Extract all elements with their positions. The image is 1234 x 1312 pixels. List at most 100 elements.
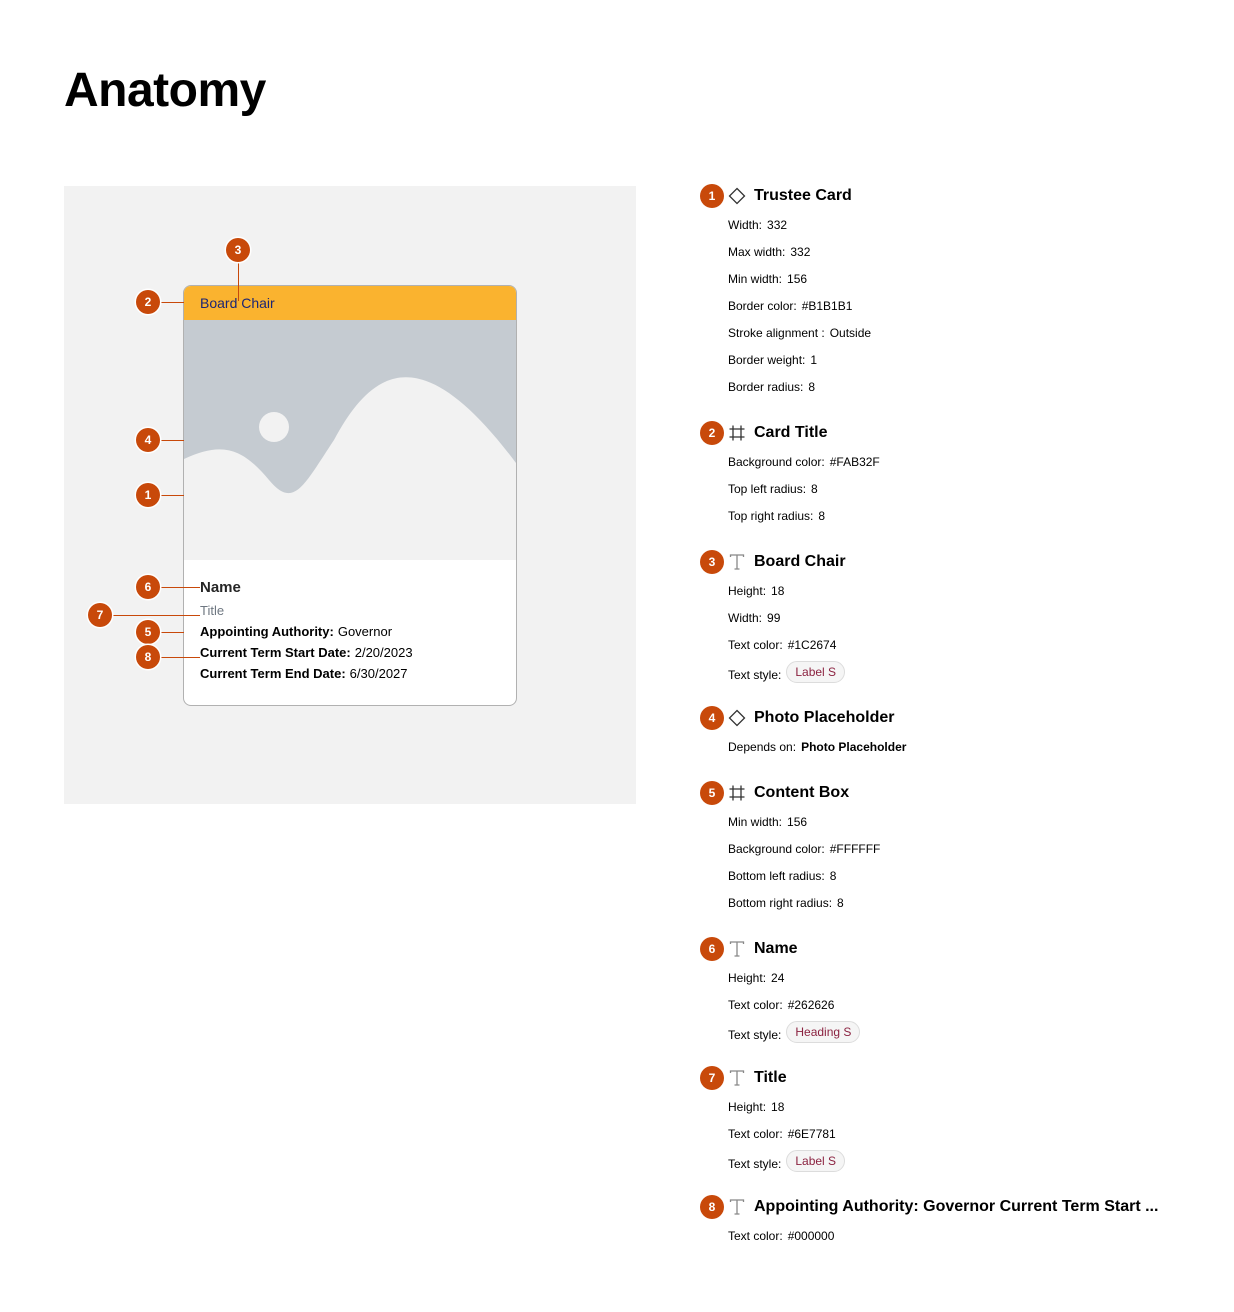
spec-property: Width: 332 [728,218,788,232]
spec-name: Photo Placeholder [754,709,895,726]
spec-property: Stroke alignment : Outside [728,326,872,340]
spec-property: Text style: Heading S [728,1013,1200,1043]
spec-property: Width: 99 [728,611,781,625]
spec-properties: Height: 18 Width: 99 Text color: #1C2674 Te… [700,572,1200,683]
text-style-chip[interactable]: Label S [786,661,846,683]
frame-icon [729,785,745,801]
marker-2: 2 [136,290,160,314]
row-value: Governor [337,624,393,639]
marker-3: 3 [226,238,250,262]
content-box: Name Title Appointing Authority: Governor… [184,560,516,682]
row-label: Current Term End Date: [200,666,346,681]
spec-property: Height: 18 [728,1100,785,1114]
spec-marker: 7 [700,1066,724,1090]
spec-title-text: 7 Title Height: 18 Text color: #6E7781 Tex… [700,1066,1200,1172]
row-value: 2/20/2023 [354,645,413,660]
spec-property: Text color: #1C2674 [728,638,837,652]
spec-property: Background color: #FAB32F [728,455,880,469]
spec-name: Trustee Card [754,187,852,204]
leader-line-4 [160,440,184,441]
spec-property: Height: 24 [728,971,785,985]
spec-property: Top right radius: 8 [728,509,826,523]
spec-header: 8 Appointing Authority: Governor Current… [700,1195,1200,1219]
leader-line-5 [160,632,184,633]
term-end-row: Current Term End Date: 6/30/2027 [200,666,500,682]
spec-properties: Text color: #000000 [700,1217,1200,1244]
card-title: Board Chair [184,286,516,320]
marker-7: 7 [88,603,112,627]
spec-details-text: 8 Appointing Authority: Governor Current… [700,1195,1200,1244]
spec-property: Min width: 156 [728,815,808,829]
spec-property: Min width: 156 [728,272,808,286]
text-icon [729,1070,745,1086]
spec-property: Max width: 332 [728,245,811,259]
text-icon [729,1199,745,1215]
spec-property: Bottom right radius: 8 [728,896,844,910]
spec-name: Name [754,940,798,957]
spec-card-title: 2 Card Title Background color: #FAB32F To… [700,421,1200,524]
text-icon [729,941,745,957]
spec-header: 2 Card Title [700,421,1200,445]
spec-content-box: 5 Content Box Min width: 156 Background c… [700,781,1200,911]
spec-name: Card Title [754,424,828,441]
spec-marker: 3 [700,550,724,574]
row-label: Current Term Start Date: [200,645,351,660]
spec-header: 3 Board Chair [700,550,1200,574]
marker-4: 4 [136,428,160,452]
spec-property: Top left radius: 8 [728,482,818,496]
marker-5: 5 [136,620,160,644]
spec-name: Content Box [754,784,850,801]
spec-properties: Depends on: Photo Placeholder [700,728,1200,755]
spec-name-text: 6 Name Height: 24 Text color: #262626 Text… [700,937,1200,1043]
image-placeholder-icon [184,320,516,560]
spec-property: Depends on: Photo Placeholder [728,740,907,754]
dependency-link[interactable]: Photo Placeholder [801,740,906,754]
appointing-authority-row: Appointing Authority: Governor [200,624,500,640]
spec-marker: 2 [700,421,724,445]
page-title: Anatomy [64,64,266,117]
spec-header: 7 Title [700,1066,1200,1090]
spec-property: Height: 18 [728,584,785,598]
spec-board-chair: 3 Board Chair Height: 18 Width: 99 Text co… [700,550,1200,683]
frame-icon [729,425,745,441]
spec-trustee-card: 1 Trustee Card Width: 332 Max width: 332 M… [700,184,1200,395]
leader-line-1 [160,495,184,496]
spec-marker: 6 [700,937,724,961]
spec-marker: 5 [700,781,724,805]
spec-marker: 1 [700,184,724,208]
leader-line-7 [112,615,200,616]
spec-properties: Height: 18 Text color: #6E7781 Text style:… [700,1088,1200,1172]
anatomy-preview-panel: Board Chair Name Title Appointing Author… [64,186,636,804]
spec-header: 5 Content Box [700,781,1200,805]
spec-property: Text style: Label S [728,653,1200,683]
photo-placeholder [184,320,516,560]
spec-properties: Background color: #FAB32F Top left radius… [700,443,1200,524]
spec-property: Border color: #B1B1B1 [728,299,853,313]
marker-8: 8 [136,645,160,669]
spec-property: Bottom left radius: 8 [728,869,837,883]
spec-name: Appointing Authority: Governor Current T… [754,1198,1159,1215]
marker-1: 1 [136,483,160,507]
row-value: 6/30/2027 [349,666,408,681]
term-start-row: Current Term Start Date: 2/20/2023 [200,645,500,661]
trustee-name: Name [200,579,241,596]
spec-marker: 8 [700,1195,724,1219]
text-style-chip[interactable]: Heading S [786,1021,861,1043]
spec-property: Text color: #000000 [728,1229,835,1243]
spec-photo-placeholder: 4 Photo Placeholder Depends on: Photo Pla… [700,706,1200,755]
spec-header: 1 Trustee Card [700,184,1200,208]
trustee-title: Title [200,603,225,618]
marker-6: 6 [136,575,160,599]
spec-marker: 4 [700,706,724,730]
text-style-chip[interactable]: Label S [786,1150,846,1172]
leader-line-6 [160,587,200,588]
component-diamond-icon [728,187,746,205]
spec-header: 6 Name [700,937,1200,961]
spec-properties: Height: 24 Text color: #262626 Text style:… [700,959,1200,1043]
spec-name: Title [754,1069,787,1086]
spec-properties: Width: 332 Max width: 332 Min width: 156 Bo… [700,206,1200,395]
spec-properties: Min width: 156 Background color: #FFFFFF B… [700,803,1200,911]
spec-name: Board Chair [754,553,846,570]
spec-property: Text color: #262626 [728,998,835,1012]
trustee-card: Board Chair Name Title Appointing Author… [183,285,517,706]
